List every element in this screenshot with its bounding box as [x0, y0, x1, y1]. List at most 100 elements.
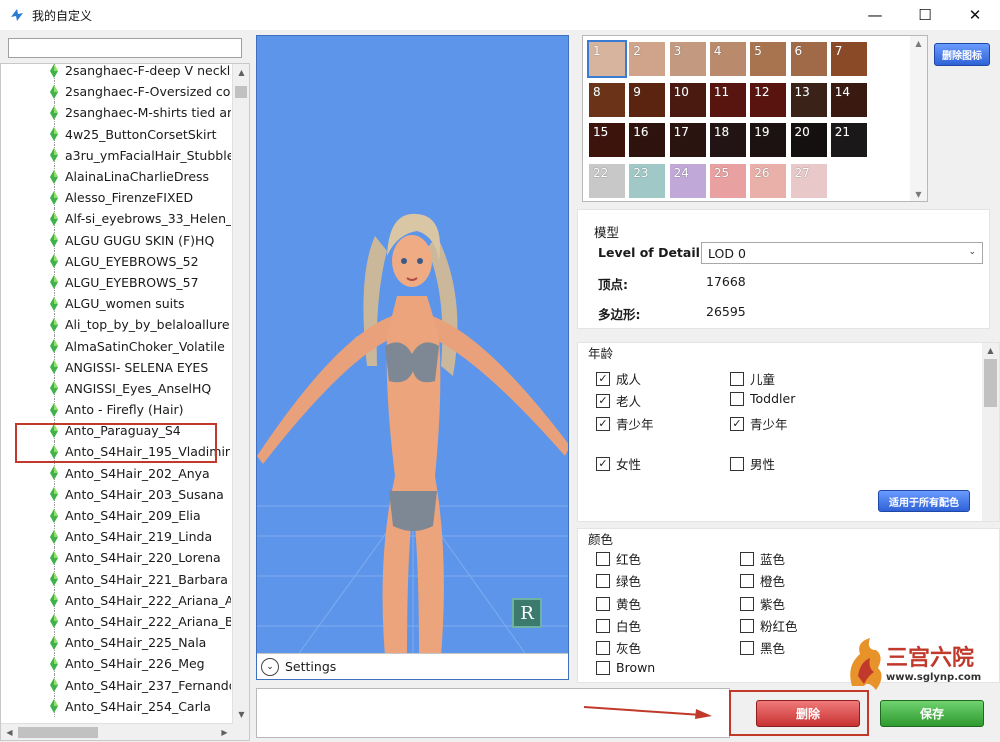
checkbox-box[interactable]: ✓	[730, 416, 744, 431]
tree-item[interactable]: Anto_S4Hair_220_Lorena	[1, 547, 231, 569]
tree-item[interactable]: Anto_S4Hair_209_Elia	[1, 504, 231, 527]
tree-item[interactable]: Anto_S4Hair_254_Carla	[1, 695, 231, 717]
swatch-scrollbar[interactable]: ▲ ▼	[910, 36, 927, 201]
tree-item[interactable]: Anto_S4Hair_237_Fernando	[1, 674, 231, 696]
option-checkbox[interactable]: 白色	[596, 616, 641, 635]
tree-item[interactable]: 2sanghaec-F-Oversized col	[1, 81, 231, 103]
color-swatch[interactable]: 7	[830, 42, 867, 76]
checkbox-box[interactable]	[596, 618, 610, 633]
option-checkbox[interactable]: ✓ 成人	[596, 369, 641, 388]
checkbox-box[interactable]	[596, 660, 610, 675]
checkbox-box[interactable]: ✓	[596, 371, 610, 386]
item-tree[interactable]: 2sanghaec-F-deep V neckli 2sanghaec-F-Ove…	[0, 63, 250, 741]
tree-item[interactable]: ALGU_EYEBROWS_52	[1, 250, 231, 272]
tree-item[interactable]: Anto_S4Hair_221_Barbara	[1, 568, 231, 590]
color-swatch[interactable]: 3	[669, 42, 706, 76]
maximize-button[interactable]: ☐	[900, 0, 950, 30]
color-swatch[interactable]: 20	[790, 123, 827, 157]
checkbox-box[interactable]	[740, 573, 754, 588]
color-swatch[interactable]: 11	[709, 82, 746, 117]
preview-settings-bar[interactable]: ⌄ Settings	[257, 653, 568, 679]
option-checkbox[interactable]: ✓ 女性	[596, 454, 641, 473]
settings-label[interactable]: Settings	[285, 659, 336, 674]
tree-item[interactable]: ALGU_EYEBROWS_57	[1, 271, 231, 294]
color-swatch[interactable]: 13	[790, 82, 827, 117]
apply-all-swatches-button[interactable]: 适用于所有配色	[878, 490, 970, 512]
color-swatch[interactable]: 21	[830, 123, 867, 157]
lod-select[interactable]: LOD 0 ⌄	[701, 242, 983, 264]
option-checkbox[interactable]: 黄色	[596, 594, 641, 613]
checkbox-box[interactable]	[596, 573, 610, 588]
scroll-right-icon[interactable]: ▶	[216, 724, 233, 740]
option-checkbox[interactable]: 绿色	[596, 571, 641, 590]
option-checkbox[interactable]: 男性	[730, 454, 775, 473]
color-swatch[interactable]: 6	[790, 42, 827, 76]
color-swatch[interactable]: 1	[587, 40, 627, 78]
tree-item[interactable]: a3ru_ymFacialHair_Stubble	[1, 144, 231, 166]
color-swatch[interactable]: 22	[589, 163, 625, 198]
color-swatch[interactable]: 23	[629, 163, 666, 198]
option-checkbox[interactable]: ✓ 青少年	[730, 414, 788, 433]
color-swatch[interactable]: 5	[750, 42, 787, 76]
tree-item[interactable]: Anto_S4Hair_226_Meg	[1, 653, 231, 675]
scroll-up-icon[interactable]: ▲	[233, 64, 249, 81]
tree-item[interactable]: 4w25_ButtonCorsetSkirt	[1, 123, 231, 145]
color-swatch[interactable]: 8	[589, 82, 625, 117]
option-checkbox[interactable]: 橙色	[740, 571, 785, 590]
checkbox-box[interactable]	[740, 618, 754, 633]
delete-icon-button[interactable]: 删除图标	[934, 43, 990, 66]
tree-item[interactable]: ALGU GUGU SKIN (F)HQ	[1, 229, 231, 251]
tree-item[interactable]: Anto_S4Hair_202_Anya	[1, 462, 231, 484]
checkbox-box[interactable]	[596, 551, 610, 566]
option-checkbox[interactable]: Brown	[596, 660, 655, 675]
checkbox-box[interactable]	[730, 391, 744, 406]
color-swatch[interactable]: 14	[830, 82, 867, 117]
render-cube-icon[interactable]: R	[512, 598, 542, 628]
checkbox-box[interactable]	[596, 596, 610, 611]
tree-item[interactable]: 2sanghaec-F-deep V neckli	[1, 64, 231, 82]
option-checkbox[interactable]: 红色	[596, 549, 641, 568]
option-checkbox[interactable]: 儿童	[730, 369, 775, 388]
color-swatch[interactable]: 2	[629, 42, 666, 76]
option-checkbox[interactable]: Toddler	[730, 391, 795, 406]
options-scroll-thumb[interactable]	[984, 359, 997, 407]
tree-item[interactable]: Anto_S4Hair_222_Ariana_B	[1, 610, 231, 633]
scroll-left-icon[interactable]: ◀	[1, 724, 18, 740]
option-checkbox[interactable]: ✓ 青少年	[596, 414, 654, 433]
tree-item[interactable]: Alesso_FirenzeFIXED	[1, 187, 231, 209]
options-scroll-up-icon[interactable]: ▲	[982, 343, 999, 357]
option-checkbox[interactable]: 黑色	[740, 638, 785, 657]
color-swatch[interactable]: 9	[629, 82, 666, 117]
option-checkbox[interactable]: 灰色	[596, 638, 641, 657]
color-swatch[interactable]: 17	[669, 123, 706, 157]
model-preview[interactable]: R ⌄ Settings	[256, 35, 569, 680]
option-checkbox[interactable]: 粉红色	[740, 616, 798, 635]
tree-item[interactable]: Anto_S4Hair_219_Linda	[1, 526, 231, 548]
chevron-down-icon[interactable]: ⌄	[968, 247, 976, 257]
checkbox-box[interactable]	[740, 551, 754, 566]
color-swatch[interactable]: 4	[709, 42, 746, 76]
tree-item[interactable]: ANGISSI_Eyes_AnselHQ	[1, 377, 231, 399]
color-swatch[interactable]: 16	[629, 123, 666, 157]
checkbox-box[interactable]: ✓	[596, 393, 610, 408]
minimize-button[interactable]: —	[850, 0, 900, 30]
tree-item[interactable]: Alf-si_eyebrows_33_Helen_l	[1, 208, 231, 230]
tree-item[interactable]: Anto - Firefly (Hair)	[1, 399, 231, 421]
swatch-scroll-down-icon[interactable]: ▼	[910, 187, 927, 201]
search-input[interactable]	[8, 38, 242, 58]
color-swatch[interactable]: 19	[750, 123, 787, 157]
color-swatch[interactable]: 27	[790, 163, 827, 198]
tree-item[interactable]: AlmaSatinChoker_Volatile	[1, 335, 231, 357]
checkbox-box[interactable]	[730, 456, 744, 471]
save-button[interactable]: 保存	[880, 700, 984, 727]
tree-item[interactable]: Anto_S4Hair_225_Nala	[1, 632, 231, 654]
tree-item[interactable]: Anto_S4Hair_203_Susana	[1, 483, 231, 505]
close-button[interactable]: ✕	[950, 0, 1000, 30]
color-swatch[interactable]: 18	[709, 123, 746, 157]
color-swatch[interactable]: 10	[669, 82, 706, 117]
checkbox-box[interactable]: ✓	[596, 416, 610, 431]
checkbox-box[interactable]	[596, 640, 610, 655]
chevron-down-icon[interactable]: ⌄	[261, 657, 279, 676]
color-swatch[interactable]: 15	[589, 123, 625, 157]
color-swatch[interactable]: 25	[709, 163, 746, 198]
